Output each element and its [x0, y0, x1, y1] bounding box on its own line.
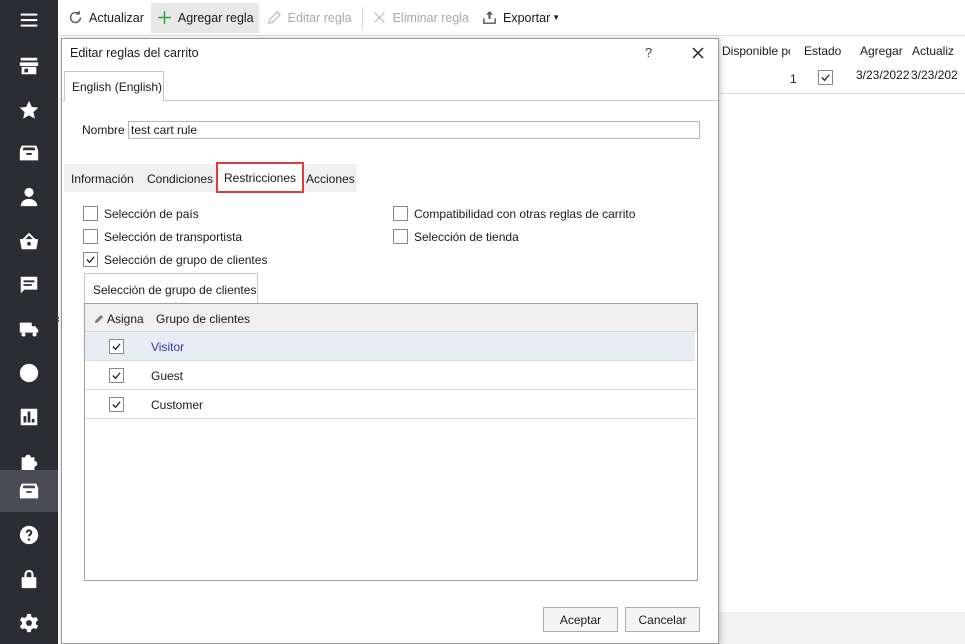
col-added[interactable]: Agregar: [844, 40, 904, 64]
col-available[interactable]: Disponible pc: [718, 40, 790, 64]
help-icon[interactable]: [0, 515, 58, 555]
col-assign[interactable]: Asigna: [93, 312, 144, 326]
edit-cart-rule-dialog: Editar reglas del carrito ? English (Eng…: [61, 38, 719, 644]
col-customer-group[interactable]: Grupo de clientes: [156, 312, 250, 326]
message-icon[interactable]: [0, 265, 58, 305]
edit-rule-button[interactable]: Editar regla: [261, 3, 357, 33]
check-icon: [86, 256, 95, 264]
customer-group-checkbox[interactable]: [83, 252, 98, 267]
option-label: Selección de tienda: [414, 229, 519, 244]
pencil-icon: [95, 315, 103, 323]
refresh-button[interactable]: Actualizar: [62, 3, 149, 33]
dialog-title: Editar reglas del carrito: [70, 46, 199, 60]
help-button[interactable]: ?: [645, 45, 652, 60]
table-header: Asigna Grupo de clientes: [85, 304, 697, 332]
export-button[interactable]: Exportar ▼: [476, 3, 565, 33]
delete-icon: [373, 12, 385, 23]
country-selection-option[interactable]: Selección de país: [83, 206, 199, 221]
menu-icon[interactable]: [0, 0, 58, 40]
country-selection-checkbox[interactable]: [83, 206, 98, 221]
splitter-handle[interactable]: [57, 316, 60, 324]
delete-rule-button[interactable]: Eliminar regla: [366, 3, 474, 33]
status-checkbox[interactable]: [818, 70, 839, 85]
customer-group-table: Asigna Grupo de clientes Visitor Guest C…: [84, 303, 698, 581]
cell-added: 3/23/2022: [856, 68, 910, 82]
option-label: Selección de transportista: [104, 229, 243, 244]
toolbar: Actualizar Agregar regla Editar regla El…: [58, 0, 965, 36]
cancel-button[interactable]: Cancelar: [625, 607, 700, 632]
star-icon[interactable]: [0, 90, 58, 130]
tab-information[interactable]: Información: [71, 172, 134, 186]
col-status[interactable]: Estado: [790, 40, 844, 64]
option-label: Selección de grupo de clientes: [104, 252, 268, 267]
grid-header: Disponible pc Estado Agregar Actualiz: [718, 40, 965, 64]
carrier-selection-option[interactable]: Selección de transportista: [83, 229, 242, 244]
accept-button[interactable]: Aceptar: [543, 607, 618, 632]
tab-actions[interactable]: Acciones: [306, 172, 355, 186]
globe-icon[interactable]: [0, 353, 58, 393]
name-input[interactable]: [128, 121, 700, 139]
tab-restrictions[interactable]: Restricciones: [216, 162, 304, 193]
customer-group-option[interactable]: Selección de grupo de clientes: [83, 252, 267, 267]
grid-footer: [718, 612, 965, 644]
compatibility-option[interactable]: Compatibilidad con otras reglas de carri…: [393, 206, 635, 221]
refresh-label: Actualizar: [89, 10, 144, 25]
plus-icon: [158, 11, 171, 24]
compatibility-checkbox[interactable]: [393, 206, 408, 221]
table-row[interactable]: 1 3/23/2022 3/23/202: [718, 64, 965, 94]
cell-updated: 3/23/202: [911, 68, 958, 82]
check-icon: [112, 401, 121, 409]
carrier-selection-checkbox[interactable]: [83, 229, 98, 244]
group-name: Visitor: [151, 340, 185, 354]
gear-icon[interactable]: [0, 603, 58, 643]
edit-rule-label: Editar regla: [287, 10, 352, 25]
option-label: Compatibilidad con otras reglas de carri…: [414, 206, 636, 221]
box-icon[interactable]: [0, 133, 58, 173]
toolbar-divider: [361, 6, 363, 29]
truck-icon[interactable]: [0, 309, 58, 349]
table-row[interactable]: Visitor: [85, 332, 695, 361]
chevron-down-icon: ▼: [552, 13, 561, 22]
table-row[interactable]: Customer: [85, 390, 695, 419]
accept-label: Aceptar: [559, 612, 602, 627]
table-row[interactable]: Guest: [85, 361, 695, 390]
option-label: Selección de país: [104, 206, 199, 221]
tab-conditions[interactable]: Condiciones: [147, 172, 213, 186]
shop-selection-checkbox[interactable]: [393, 229, 408, 244]
archive-icon[interactable]: [0, 470, 58, 512]
basket-icon[interactable]: [0, 221, 58, 261]
assign-checkbox[interactable]: [109, 339, 124, 354]
check-icon: [112, 372, 121, 380]
close-icon: [692, 47, 704, 59]
refresh-icon: [69, 10, 82, 24]
sidebar: [0, 0, 58, 644]
check-icon: [112, 343, 121, 351]
lock-icon[interactable]: [0, 559, 58, 599]
export-label: Exportar: [503, 10, 551, 25]
chart-icon[interactable]: [0, 397, 58, 437]
name-label: Nombre: [82, 123, 125, 137]
cell-available: 1: [790, 72, 797, 86]
group-name: Guest: [151, 369, 184, 383]
store-icon[interactable]: [0, 46, 58, 86]
shop-selection-option[interactable]: Selección de tienda: [393, 229, 519, 244]
delete-rule-label: Eliminar regla: [392, 10, 469, 25]
add-rule-button[interactable]: Agregar regla: [150, 2, 259, 33]
assign-checkbox[interactable]: [109, 397, 124, 412]
pencil-icon: [267, 11, 281, 24]
tab-language[interactable]: English (English): [64, 71, 164, 101]
user-icon[interactable]: [0, 177, 58, 217]
tab-customer-group[interactable]: Selección de grupo de clientes: [84, 273, 258, 303]
assign-checkbox[interactable]: [109, 368, 124, 383]
group-name: Customer: [151, 398, 204, 412]
export-icon: [483, 11, 496, 24]
close-button[interactable]: [688, 43, 708, 63]
add-rule-label: Agregar regla: [177, 10, 254, 25]
cancel-label: Cancelar: [638, 612, 687, 627]
col-updated[interactable]: Actualiz: [904, 40, 958, 64]
